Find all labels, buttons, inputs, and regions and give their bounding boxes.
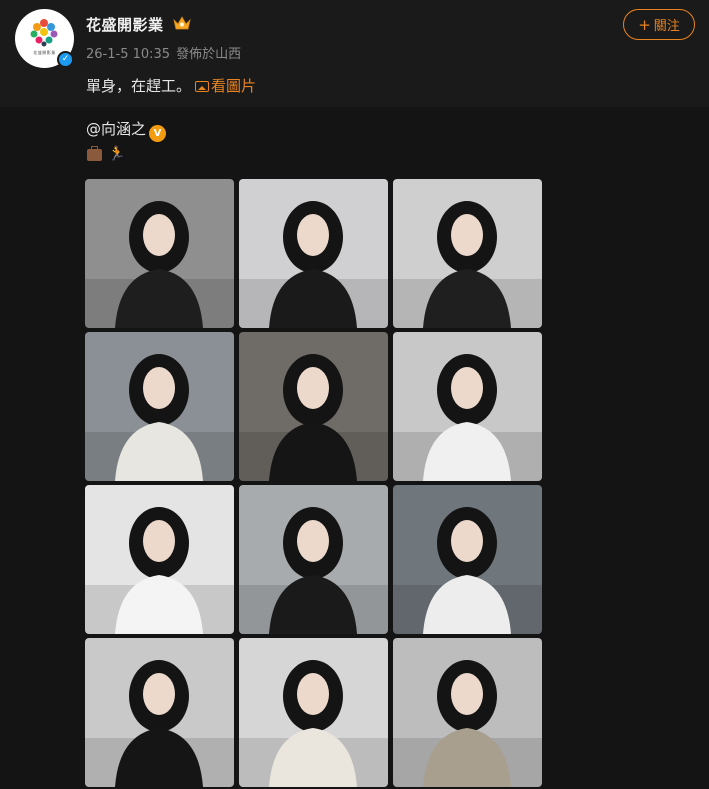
photo-thumbnail[interactable] [85, 638, 234, 787]
follow-button[interactable]: + 關注 [623, 9, 695, 40]
image-icon [195, 81, 210, 92]
briefcase-icon [87, 146, 102, 161]
photo-image [393, 638, 542, 787]
view-image-label: 看圖片 [211, 77, 257, 95]
photo-thumbnail[interactable] [393, 332, 542, 481]
photo-thumbnail[interactable] [393, 485, 542, 634]
post-timestamp: 26-1-5 10:35 [86, 47, 171, 62]
photo-image [85, 638, 234, 787]
photo-image [239, 332, 388, 481]
mention-link[interactable]: @向涵之 V [86, 118, 167, 142]
post-meta: 26-1-5 10:35 發佈於山西 [86, 43, 241, 62]
emoji-row: 🏃 [87, 146, 125, 162]
photo-image [85, 179, 234, 328]
photo-image [85, 332, 234, 481]
runner-icon: 🏃 [108, 146, 126, 162]
photo-thumbnail[interactable] [239, 638, 388, 787]
photo-image [239, 485, 388, 634]
view-image-link[interactable]: 看圖片 [195, 77, 256, 95]
photo-thumbnail[interactable] [85, 179, 234, 328]
photo-image [393, 332, 542, 481]
post-location: 發佈於山西 [176, 47, 242, 62]
photo-image [393, 485, 542, 634]
plus-icon: + [638, 15, 651, 34]
photo-grid [85, 179, 542, 787]
photo-image [393, 179, 542, 328]
verified-badge-icon: ✓ [57, 51, 74, 68]
post-header: 花盛開影業 ✓ 花盛開影業 26-1-5 10:35 發佈於山西 + 關注 單身，在… [0, 0, 709, 107]
photo-thumbnail[interactable] [393, 179, 542, 328]
photo-thumbnail[interactable] [85, 332, 234, 481]
photo-thumbnail[interactable] [239, 485, 388, 634]
username[interactable]: 花盛開影業 [86, 14, 164, 35]
photo-thumbnail[interactable] [393, 638, 542, 787]
photo-image [239, 638, 388, 787]
photo-image [239, 179, 388, 328]
photo-thumbnail[interactable] [85, 485, 234, 634]
post-body: 單身，在趕工。 [86, 77, 192, 95]
photo-thumbnail[interactable] [239, 332, 388, 481]
post-text: 單身，在趕工。 看圖片 [86, 75, 256, 96]
photo-thumbnail[interactable] [239, 179, 388, 328]
photo-image [85, 485, 234, 634]
mention-text: @向涵之 [86, 120, 147, 138]
follow-label: 關注 [653, 19, 680, 34]
vip-badge-icon: V [149, 125, 167, 142]
crown-icon [173, 16, 191, 30]
